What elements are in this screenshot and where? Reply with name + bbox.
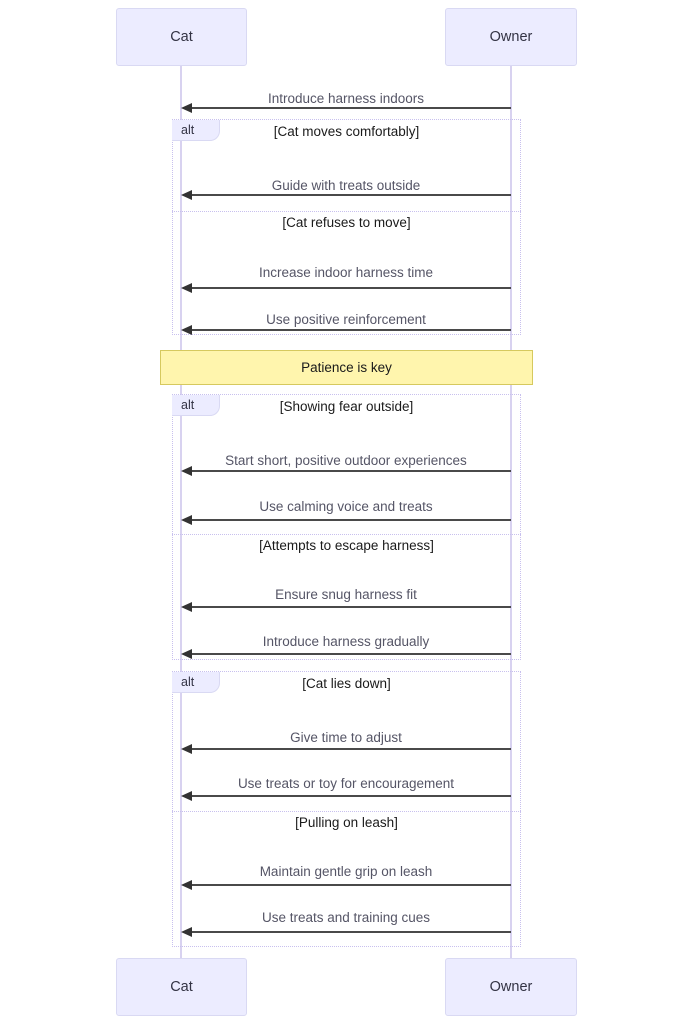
note-text: Patience is key [301,360,392,375]
actor-cat-top[interactable]: Cat [116,8,247,66]
message-line [190,470,511,472]
message-label: Increase indoor harness time [258,265,434,280]
fragment-divider [172,811,521,812]
message-label: Use treats or toy for encouragement [237,776,455,791]
message-label: Guide with treats outside [271,178,421,193]
message-line [190,287,511,289]
message-arrowhead [181,648,192,659]
fragment-condition: [Cat moves comfortably] [273,124,420,139]
message-label: Use positive reinforcement [266,312,426,327]
fragment-alt2 [172,394,521,660]
message-line [190,329,511,331]
fragment-condition: [Showing fear outside] [279,399,414,414]
fragment-divider [172,534,521,535]
message-label: Maintain gentle grip on leash [259,864,433,879]
actor-label: Cat [170,979,193,995]
actor-owner-bottom[interactable]: Owner [445,958,577,1016]
message-label: Use treats and training cues [261,910,431,925]
message-label: Give time to adjust [290,730,402,745]
actor-label: Cat [170,29,193,45]
fragment-condition: [Attempts to escape harness] [259,538,434,553]
message-line [190,931,511,933]
message-label: Ensure snug harness fit [275,587,417,602]
message-arrowhead [181,282,192,293]
message-arrowhead [181,879,192,890]
message-arrowhead [181,926,192,937]
actor-label: Owner [489,979,533,995]
message-line [190,519,511,521]
message-line [190,107,511,109]
message-line [190,795,511,797]
fragment-condition: [Pulling on leash] [295,815,398,830]
message-line [190,748,511,750]
fragment-alt3 [172,671,521,947]
fragment-condition: [Cat lies down] [302,676,391,691]
actor-label: Owner [489,29,533,45]
message-label: Start short, positive outdoor experience… [225,453,467,468]
message-line [190,653,511,655]
message-arrowhead [181,514,192,525]
message-arrowhead [181,601,192,612]
actor-owner-top[interactable]: Owner [445,8,577,66]
fragment-divider [172,211,521,212]
message-line [190,884,511,886]
message-line [190,194,511,196]
sequence-diagram-canvas: alt [Cat moves comfortably] [Cat refuses t… [0,0,692,1024]
actor-cat-bottom[interactable]: Cat [116,958,247,1016]
message-arrowhead [181,790,192,801]
fragment-condition: [Cat refuses to move] [282,215,411,230]
message-label: Introduce harness gradually [262,634,430,649]
message-line [190,606,511,608]
message-label: Use calming voice and treats [259,499,433,514]
note-box: Patience is key [160,350,533,385]
message-label: Introduce harness indoors [267,91,425,106]
message-arrowhead [181,743,192,754]
